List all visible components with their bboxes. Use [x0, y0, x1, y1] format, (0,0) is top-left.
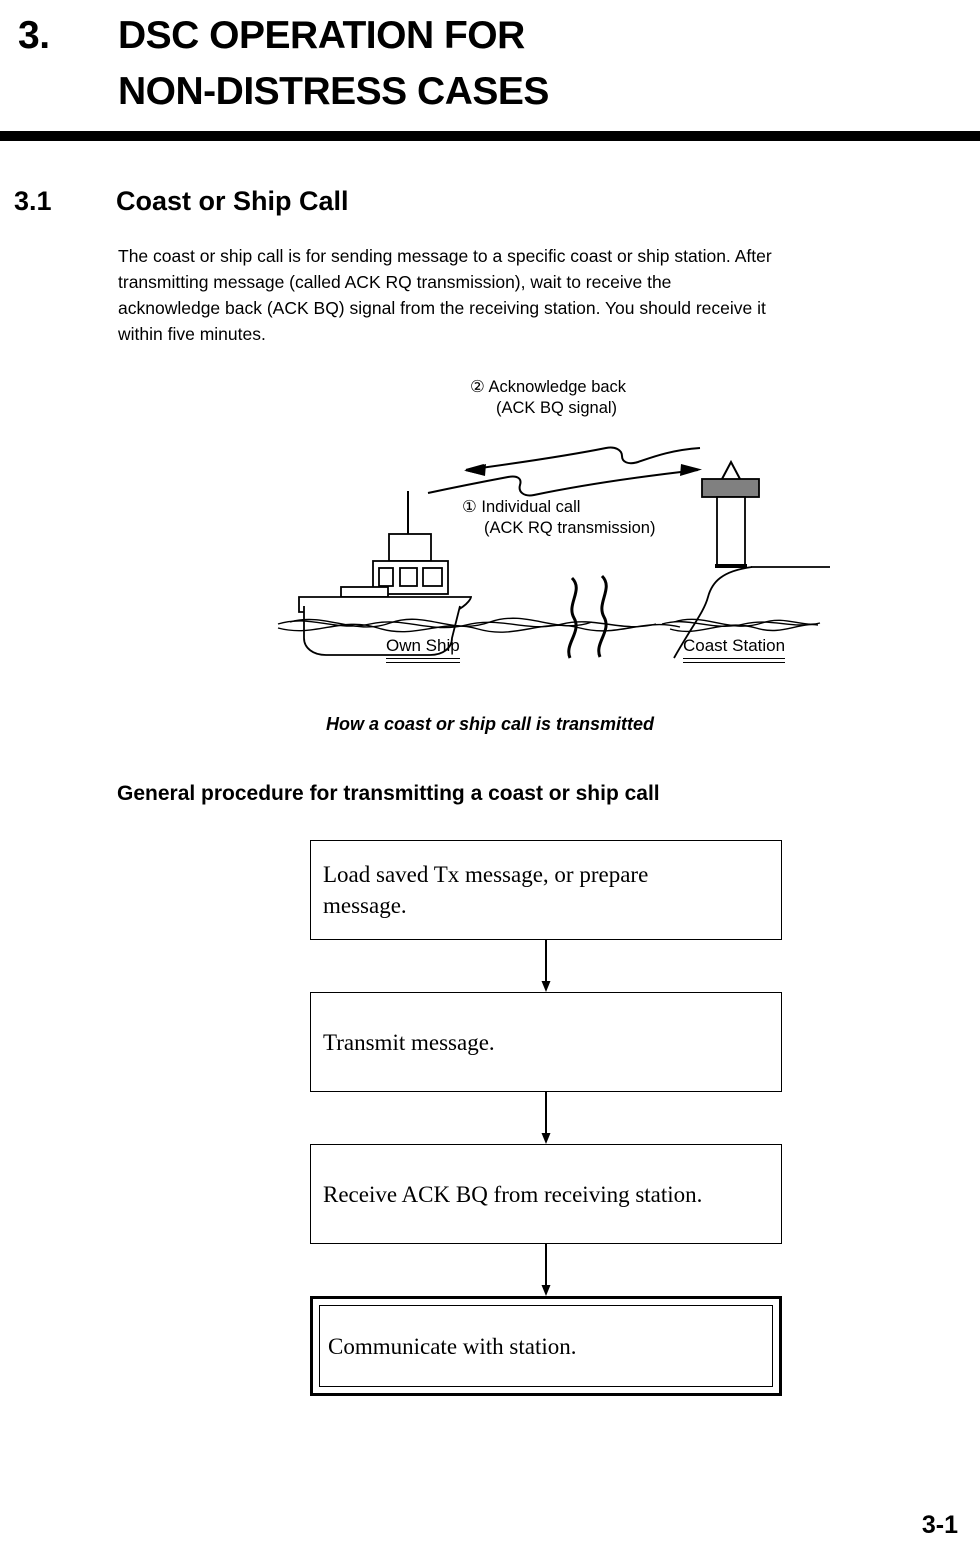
flowchart-step-line: Load saved Tx message, or prepare	[323, 862, 649, 887]
flowchart-arrow-2	[539, 1092, 553, 1144]
flowchart-arrow-3	[539, 1244, 553, 1296]
page-number: 3-1	[921, 1511, 958, 1539]
figure-caption: How a coast or ship call is transmitted	[325, 714, 655, 734]
flowchart-step-3: Receive ACK BQ from receiving station.	[310, 1144, 782, 1244]
coast-station-label: Coast Station	[683, 636, 786, 663]
ack-rq-label-line-1: ① Individual call	[462, 498, 581, 516]
title-divider-rule	[0, 131, 980, 141]
ack-rq-label-line-2: (ACK RQ transmission)	[484, 519, 656, 537]
ack-bq-arrow-icon	[464, 446, 701, 476]
chapter-title-line-1: DSC OPERATION FOR	[118, 14, 525, 57]
procedure-heading: General procedure for transmitting a coa…	[117, 782, 660, 805]
ack-bq-label-line-2: (ACK BQ signal)	[496, 399, 618, 417]
flowchart-step-line: Receive ACK BQ from receiving station.	[323, 1181, 703, 1207]
paragraph-line: transmitting message (called ACK RQ tran…	[118, 272, 672, 292]
flowchart-step-2: Transmit message.	[310, 992, 782, 1092]
section-heading: 3.1 Coast or Ship Call	[14, 185, 349, 217]
flowchart-arrow-1	[539, 940, 553, 992]
ack-bq-label: ② Acknowledge back (ACK BQ signal)	[470, 377, 626, 419]
distance-break-icon	[567, 574, 608, 659]
flowchart-step-1: Load saved Tx message, or prepare messag…	[310, 840, 782, 940]
own-ship-label: Own Ship	[386, 636, 460, 663]
section-paragraph: The coast or ship call is for sending me…	[118, 243, 958, 347]
section-number: 3.1	[14, 186, 52, 216]
paragraph-line: acknowledge back (ACK BQ) signal from th…	[118, 298, 766, 318]
paragraph-line: within five minutes.	[118, 324, 266, 344]
flowchart-step-line: Transmit message.	[323, 1029, 495, 1055]
flowchart-step-4: Communicate with station.	[310, 1296, 782, 1396]
coast-station-tower-icon	[701, 459, 760, 568]
ack-bq-label-line-1: ② Acknowledge back	[470, 378, 627, 396]
chapter-title-line-2: NON-DISTRESS CASES	[118, 70, 549, 113]
ack-rq-label: ① Individual call (ACK RQ transmission)	[462, 497, 655, 539]
paragraph-line: The coast or ship call is for sending me…	[118, 246, 772, 266]
flowchart-step-line: Communicate with station.	[328, 1333, 577, 1359]
chapter-number: 3.	[18, 14, 50, 57]
section-title: Coast or Ship Call	[116, 186, 349, 216]
flowchart-step-line: message.	[323, 893, 407, 918]
chapter-title: 3. DSC OPERATION FOR NON-DISTRESS CASES	[18, 8, 962, 120]
